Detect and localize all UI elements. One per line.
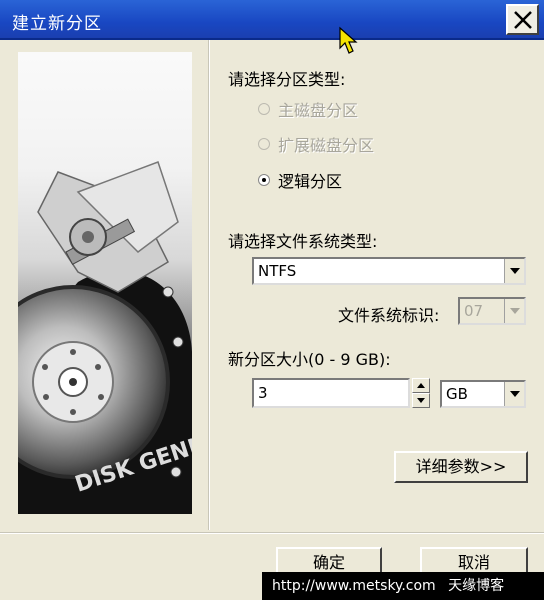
watermark-banner: http://www.metsky.com 天缘博客 (262, 572, 544, 600)
partition-type-heading: 请选择分区类型: (228, 70, 346, 89)
radio-logical-partition[interactable]: 逻辑分区 (258, 168, 342, 192)
hard-disk-illustration: DISK GENIUS (18, 161, 192, 514)
radio-button[interactable] (258, 103, 270, 115)
filesystem-id-label: 文件系统标识: (338, 306, 440, 325)
size-stepper[interactable] (412, 378, 430, 408)
filesystem-select[interactable]: NTFS (252, 257, 526, 285)
filesystem-id-select[interactable]: 07 (458, 297, 526, 325)
radio-button[interactable] (258, 138, 270, 150)
filesystem-heading: 请选择文件系统类型: (228, 232, 378, 251)
radio-primary-partition[interactable]: 主磁盘分区 (258, 97, 358, 121)
watermark-url: http://www.metsky.com (272, 578, 436, 594)
close-icon (514, 11, 532, 29)
radio-label: 逻辑分区 (278, 172, 343, 191)
window-left-edge (0, 40, 18, 600)
disk-genius-banner: DISK GENIUS (18, 52, 192, 514)
watermark-site-name: 天缘博客 (448, 578, 505, 594)
mouse-cursor-icon (339, 26, 358, 54)
details-button[interactable]: 详细参数>> (394, 451, 528, 483)
close-button[interactable] (506, 4, 539, 35)
chevron-down-icon[interactable] (504, 299, 524, 323)
radio-extended-partition[interactable]: 扩展磁盘分区 (258, 132, 374, 156)
filesystem-selected-value: NTFS (258, 262, 297, 280)
decrement-arrow-icon[interactable] (412, 393, 430, 408)
size-heading: 新分区大小(0 - 9 GB): (228, 350, 391, 369)
size-input[interactable]: 3 (252, 378, 410, 408)
chevron-down-icon[interactable] (504, 382, 524, 406)
chevron-down-icon[interactable] (504, 259, 524, 283)
window-title: 建立新分区 (12, 14, 102, 34)
radio-label: 扩展磁盘分区 (278, 136, 375, 155)
filesystem-id-value: 07 (464, 302, 484, 320)
panel-divider (208, 40, 210, 530)
size-input-value: 3 (258, 384, 268, 402)
size-unit-select[interactable]: GB (440, 380, 526, 408)
radio-label: 主磁盘分区 (278, 101, 359, 120)
title-bar: 建立新分区 (0, 0, 544, 54)
size-unit-value: GB (446, 385, 468, 403)
bottom-divider (0, 532, 544, 534)
radio-button-checked[interactable] (258, 174, 270, 186)
increment-arrow-icon[interactable] (412, 378, 430, 393)
